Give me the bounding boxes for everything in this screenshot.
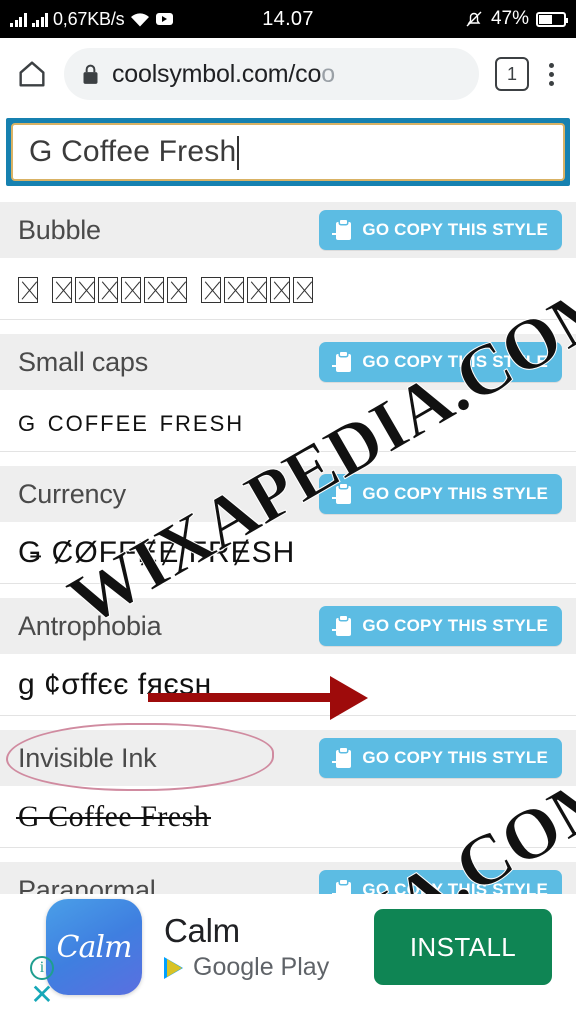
ad-app-name: Calm (164, 912, 240, 949)
annotation-arrow-shaft (148, 693, 338, 702)
clipboard-copy-icon (332, 747, 353, 769)
copy-style-button-small-caps[interactable]: GO COPY THIS STYLE (319, 342, 562, 382)
status-bar-right: 47% (464, 8, 568, 30)
spacer (0, 320, 576, 334)
style-output-antrophobia[interactable]: g ¢σffєє fяєѕн (0, 654, 576, 716)
calm-app-icon: Calm (46, 899, 142, 995)
info-icon[interactable]: i (30, 956, 54, 980)
copy-style-button-currency[interactable]: GO COPY THIS STYLE (319, 474, 562, 514)
install-button-label: INSTALL (409, 931, 517, 962)
ad-controls: i ✕ (30, 956, 54, 1009)
spacer (0, 848, 576, 862)
status-bar: 0,67KB/s 14.07 47% (0, 0, 576, 38)
copy-style-button-antrophobia[interactable]: GO COPY THIS STYLE (319, 606, 562, 646)
browser-toolbar: coolsymbol.com/coo 1 (0, 38, 576, 110)
clipboard-copy-icon (332, 351, 353, 373)
text-input-field[interactable]: G Coffee Fresh (6, 118, 570, 186)
style-name-label: Bubble (18, 214, 101, 245)
ad-store-label: Google Play (193, 953, 330, 981)
copy-style-button-invisible-ink[interactable]: GO COPY THIS STYLE (319, 738, 562, 778)
lock-icon (83, 64, 98, 84)
style-output-small-caps[interactable]: G COFFEE FRESH (0, 390, 576, 452)
signal-bars-icon-2 (31, 12, 48, 27)
style-output-text: Ǥ ȻØFFɆɆ FɌɆSH (18, 535, 296, 569)
app-icon-label: Calm (56, 929, 133, 965)
style-header: Small caps GO COPY THIS STYLE (0, 334, 576, 390)
home-icon[interactable] (14, 57, 50, 91)
style-output-text (18, 272, 316, 306)
annotation-arrow-head (330, 676, 368, 720)
overflow-menu-icon[interactable] (539, 62, 562, 86)
url-text: coolsymbol.com/coo (112, 59, 335, 88)
signal-bars-icon (10, 12, 27, 27)
style-output-currency[interactable]: Ǥ ȻØFFɆɆ FɌɆSH (0, 522, 576, 584)
ad-content[interactable]: Calm Calm Google Play INSTALL (0, 894, 576, 1000)
style-name-label: Invisible Ink (18, 742, 157, 773)
text-input-value: G Coffee Fresh (29, 135, 237, 168)
clipboard-copy-icon (332, 219, 353, 241)
web-page-content: G Coffee Fresh Bubble GO COPY THIS STYLE (0, 110, 576, 1024)
style-header: Invisible Ink GO COPY THIS STYLE (0, 730, 576, 786)
address-bar[interactable]: coolsymbol.com/coo (64, 48, 479, 100)
style-header: Currency GO COPY THIS STYLE (0, 466, 576, 522)
phone-screen: 0,67KB/s 14.07 47% coolsymbol.com/coo 1 … (0, 0, 576, 1024)
style-name-label: Currency (18, 478, 126, 509)
style-name-label: Antrophobia (18, 610, 162, 641)
network-speed-label: 0,67KB/s (53, 8, 125, 29)
text-caret (237, 136, 240, 170)
style-output-invisible-ink[interactable]: G Coffee Fresh (0, 786, 576, 848)
close-icon[interactable]: ✕ (30, 981, 53, 1009)
style-output-text: G COFFEE FRESH (18, 402, 245, 438)
google-play-icon (164, 956, 184, 979)
battery-icon (536, 11, 568, 27)
mute-bell-icon (466, 11, 482, 27)
spacer (0, 452, 576, 466)
install-button[interactable]: INSTALL (374, 909, 552, 985)
clipboard-copy-icon (332, 483, 353, 505)
ad-banner: Calm Calm Google Play INSTALL i ✕ (0, 894, 576, 1024)
youtube-icon (156, 13, 174, 25)
status-bar-left: 0,67KB/s (10, 8, 174, 30)
spacer (0, 584, 576, 598)
copy-button-label: GO COPY THIS STYLE (362, 748, 548, 767)
text-input-container: G Coffee Fresh (0, 110, 576, 186)
spacer (0, 716, 576, 730)
tab-counter-button[interactable]: 1 (495, 57, 529, 91)
tab-count-label: 1 (506, 63, 517, 84)
copy-button-label: GO COPY THIS STYLE (362, 484, 548, 503)
ad-store-row: Google Play (164, 953, 329, 982)
style-row-invisible-ink: Invisible Ink GO COPY THIS STYLE G Coffe… (0, 730, 576, 848)
copy-style-button-bubble[interactable]: GO COPY THIS STYLE (319, 210, 562, 250)
style-header: Antrophobia GO COPY THIS STYLE (0, 598, 576, 654)
spacer (0, 186, 576, 202)
clipboard-copy-icon (332, 615, 353, 637)
style-output-text: G Coffee Fresh (15, 799, 212, 833)
battery-percent-label: 47% (490, 8, 529, 29)
style-name-label: Small caps (18, 346, 149, 377)
wifi-icon (131, 12, 150, 26)
ad-text-block: Calm Google Play (164, 912, 329, 982)
style-row-small-caps: Small caps GO COPY THIS STYLE G COFFEE F… (0, 334, 576, 452)
style-row-bubble: Bubble GO COPY THIS STYLE (0, 202, 576, 320)
style-output-bubble[interactable] (0, 258, 576, 320)
style-row-currency: Currency GO COPY THIS STYLE Ǥ ȻØFFɆɆ FɌɆ… (0, 466, 576, 584)
copy-button-label: GO COPY THIS STYLE (362, 220, 548, 239)
style-header: Bubble GO COPY THIS STYLE (0, 202, 576, 258)
copy-button-label: GO COPY THIS STYLE (362, 616, 548, 635)
copy-button-label: GO COPY THIS STYLE (362, 352, 548, 371)
